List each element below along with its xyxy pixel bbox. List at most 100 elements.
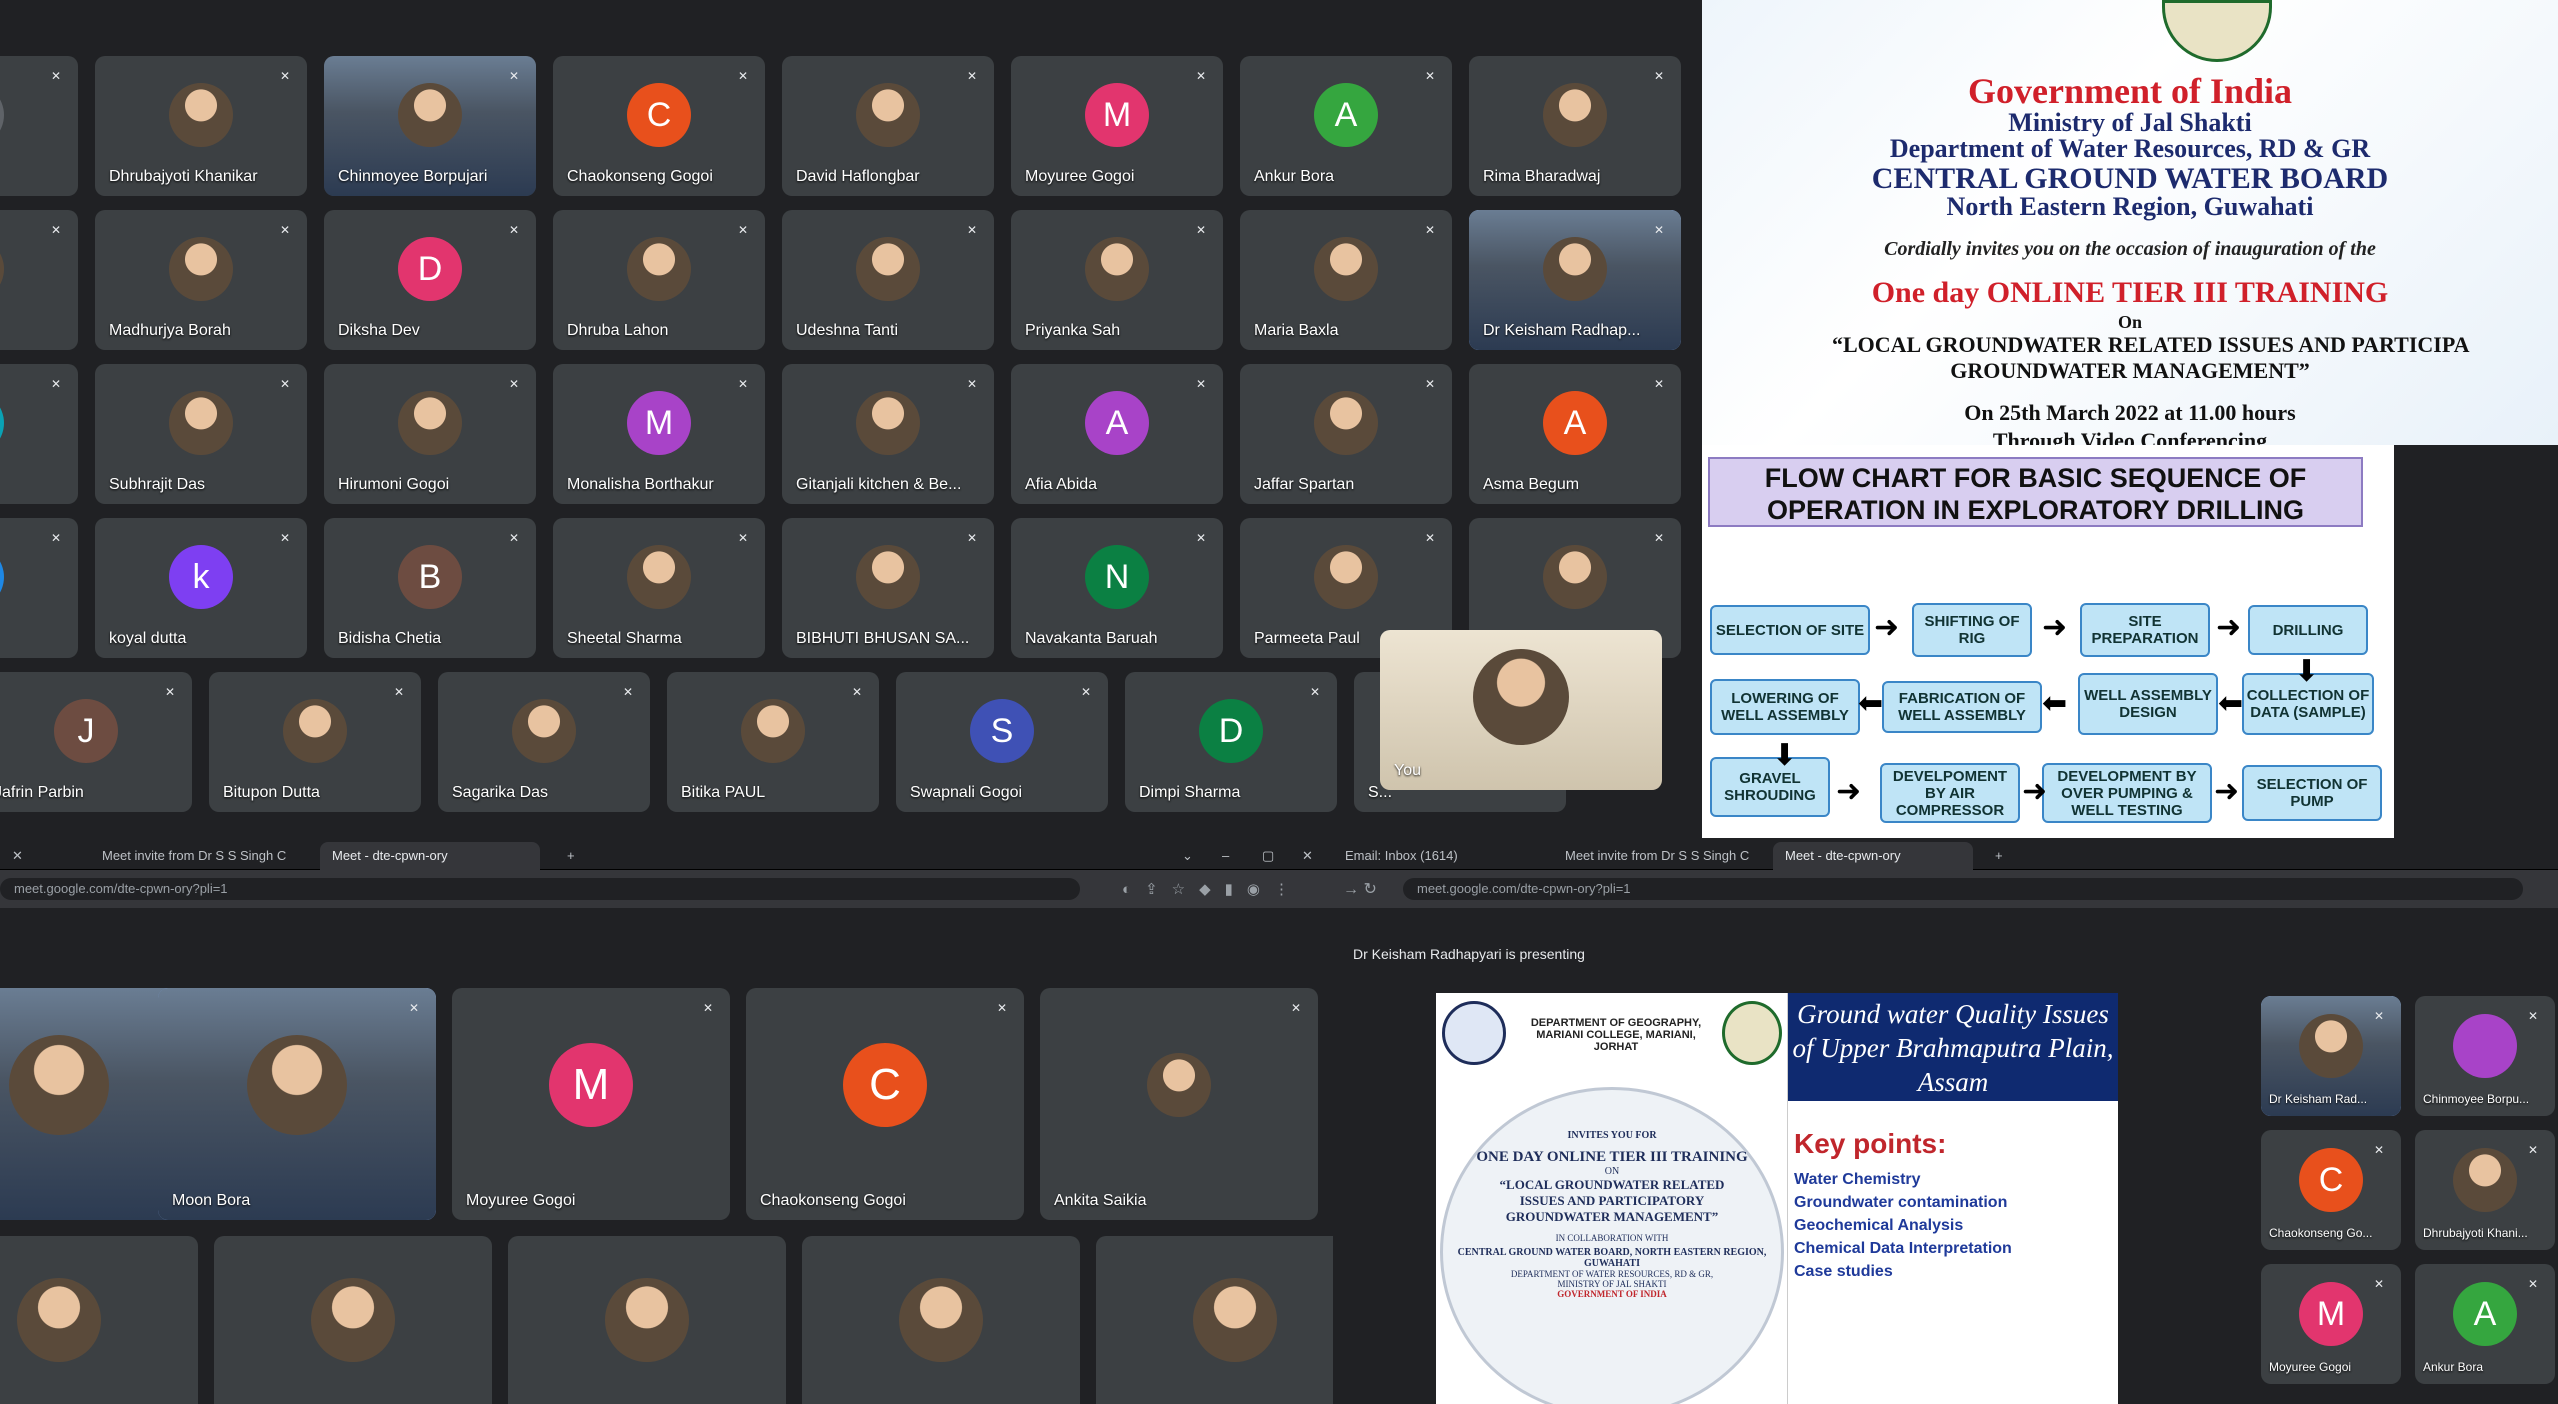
participant-tile[interactable]: M ✕ Moyuree Gogoi: [1011, 56, 1223, 196]
participant-tile[interactable]: ✕ Sagarika Das: [438, 672, 650, 812]
participant-tile[interactable]: ✕: [0, 210, 78, 350]
mic-muted-icon: ✕: [393, 685, 405, 699]
mic-muted-icon: ✕: [1653, 69, 1665, 83]
participant-tile[interactable]: M ✕ Monalisha Borthakur: [553, 364, 765, 504]
avatar: J: [54, 698, 118, 763]
participant-tile[interactable]: ✕ Dhruba Lahon: [553, 210, 765, 350]
participant-tile[interactable]: A ✕ Ankur Bora: [1240, 56, 1452, 196]
mic-muted-icon: ✕: [702, 1001, 714, 1015]
slide-collab: IN COLLABORATION WITH: [1555, 1233, 1669, 1243]
url-field-right[interactable]: meet.google.com/dte-cpwn-ory?pli=1: [1403, 878, 2523, 900]
participant-tile[interactable]: D ✕ Diksha Dev: [324, 210, 536, 350]
participant-tile[interactable]: ✕ Subhrajit Das: [95, 364, 307, 504]
mic-muted-icon: ✕: [851, 685, 863, 699]
slide-circle: INVITES YOU FOR ONE DAY ONLINE TIER III …: [1440, 1087, 1784, 1404]
slide-topic: “LOCAL GROUNDWATER RELATED ISSUES AND PA…: [1499, 1177, 1725, 1224]
participant-tile[interactable]: C ✕ Chaokonseng Gogoi: [746, 988, 1024, 1220]
mic-muted-icon: ✕: [50, 377, 62, 391]
flowchart-box: SHIFTING OF RIG: [1912, 603, 2032, 657]
participant-tile[interactable]: A ✕ Asma Begum: [1469, 364, 1681, 504]
self-view[interactable]: You: [1380, 630, 1662, 790]
participant-tile[interactable]: [508, 1236, 786, 1404]
participant-tile[interactable]: ✕ Moon Bora: [158, 988, 436, 1220]
participant-tile[interactable]: ✕ Madhurjya Borah: [95, 210, 307, 350]
tab-meet-right[interactable]: Meet - dte-cpwn-ory: [1773, 842, 1973, 870]
tab-meet-invite-right[interactable]: Meet invite from Dr S S Singh C: [1553, 842, 1761, 870]
mic-muted-icon: ✕: [1195, 531, 1207, 545]
tab-meet[interactable]: Meet - dte-cpwn-ory: [320, 842, 540, 870]
new-tab-button[interactable]: +: [555, 842, 587, 870]
participant-tile[interactable]: ✕ Dr Keisham Rad...: [2261, 996, 2401, 1116]
participant-tile[interactable]: k ✕ koyal dutta: [95, 518, 307, 658]
maximize-icon[interactable]: ▢: [1250, 842, 1286, 870]
participant-tile[interactable]: C ✕ Chaokonseng Go...: [2261, 1130, 2401, 1250]
tab-email[interactable]: Email: Inbox (1614): [1333, 842, 1470, 870]
participant-tile[interactable]: ✕ Jaffar Spartan: [1240, 364, 1452, 504]
participant-tile[interactable]: [1096, 1236, 1333, 1404]
invitation-line-7: One day ONLINE TIER III TRAINING: [1871, 276, 2389, 309]
key-point: Water Chemistry: [1794, 1171, 1921, 1188]
avatar: [0, 390, 4, 455]
toolbar-icons[interactable]: ◐⇪☆◆▮◉⋮: [1122, 880, 1303, 898]
tab-close-icon[interactable]: ✕: [0, 842, 24, 870]
new-tab-button-right[interactable]: +: [1983, 842, 2015, 870]
close-icon[interactable]: ✕: [1290, 842, 1325, 870]
participant-tile[interactable]: A ✕ Ankur Bora: [2415, 1264, 2555, 1384]
participant-tile[interactable]: [214, 1236, 492, 1404]
participant-tile[interactable]: C ✕ Chaokonseng Gogoi: [553, 56, 765, 196]
nav-icons[interactable]: → ↻: [1343, 879, 1377, 899]
chevron-down-icon[interactable]: ⌄: [1170, 842, 1205, 870]
avatar-photo: [741, 698, 805, 763]
participant-tile[interactable]: ✕ Dhrubajyoti Khani...: [2415, 1130, 2555, 1250]
avatar-photo: [1314, 544, 1378, 609]
participant-name: BIBHUTI BHUSAN SA...: [796, 630, 970, 647]
participant-tile[interactable]: ✕: [0, 364, 78, 504]
participant-tile[interactable]: [0, 1236, 198, 1404]
participant-name: Jaffar Spartan: [1254, 476, 1355, 493]
participant-tile[interactable]: ✕ Bitika PAUL: [667, 672, 879, 812]
self-label: You: [1394, 762, 1421, 779]
participant-tile[interactable]: S ✕ Swapnali Gogoi: [896, 672, 1108, 812]
participant-tile[interactable]: M ✕ Moyuree Gogoi: [452, 988, 730, 1220]
flowchart-box: FABRICATION OF WELL ASSEMBLY: [1882, 681, 2042, 733]
participant-tile[interactable]: ✕ Chinmoyee Borpu...: [2415, 996, 2555, 1116]
participant-tile[interactable]: ✕ Dr Keisham Radhap...: [1469, 210, 1681, 350]
participant-name: Swapnali Gogoi: [910, 784, 1023, 801]
mic-muted-icon: ✕: [1290, 1001, 1302, 1015]
participant-tile[interactable]: ✕ Ankita Saikia: [1040, 988, 1318, 1220]
participant-tile[interactable]: ✕rpujari: [0, 56, 78, 196]
participant-tile[interactable]: J ✕ Jafrin Parbin: [0, 672, 192, 812]
participant-tile[interactable]: ✕ Priyanka Sah: [1011, 210, 1223, 350]
participant-name: Dimpi Sharma: [1139, 784, 1241, 801]
participant-name: Bidisha Chetia: [338, 630, 442, 647]
minimize-icon[interactable]: –: [1210, 842, 1241, 870]
participant-tile[interactable]: ✕ Maria Baxla: [1240, 210, 1452, 350]
participant-tile[interactable]: N ✕ Navakanta Baruah: [1011, 518, 1223, 658]
participant-tile[interactable]: ✕ Rima Bharadwaj: [1469, 56, 1681, 196]
participant-tile[interactable]: ✕ Udeshna Tanti: [782, 210, 994, 350]
participant-tile[interactable]: ✕ David Haflongbar: [782, 56, 994, 196]
participant-tile[interactable]: M ✕ Moyuree Gogoi: [2261, 1264, 2401, 1384]
mic-muted-icon: ✕: [508, 69, 520, 83]
mic-muted-icon: ✕: [1424, 531, 1436, 545]
avatar-photo: [2453, 1148, 2517, 1213]
participant-tile[interactable]: ✕ Hirumoni Gogoi: [324, 364, 536, 504]
flowchart: FLOW CHART FOR BASIC SEQUENCE OF OPERATI…: [1702, 445, 2394, 838]
participant-tile[interactable]: ✕ Dhrubajyoti Khanikar: [95, 56, 307, 196]
participant-tile[interactable]: ✕ Chinmoyee Borpujari: [324, 56, 536, 196]
tab-meet-invite[interactable]: Meet invite from Dr S S Singh C: [90, 842, 298, 870]
participant-name: Chaokonseng Go...: [2269, 1226, 2373, 1240]
participant-tile[interactable]: [802, 1236, 1080, 1404]
participant-tile[interactable]: D ✕ Dimpi Sharma: [1125, 672, 1337, 812]
participant-tile[interactable]: ✕ Gitanjali kitchen & Be...: [782, 364, 994, 504]
url-field[interactable]: meet.google.com/dte-cpwn-ory?pli=1: [0, 878, 1080, 900]
participant-tile[interactable]: A ✕ Afia Abida: [1011, 364, 1223, 504]
participant-tile[interactable]: ✕: [0, 518, 78, 658]
avatar: C: [2299, 1148, 2363, 1213]
participant-tile[interactable]: ✕ Sheetal Sharma: [553, 518, 765, 658]
participant-tile[interactable]: ✕ Bitupon Dutta: [209, 672, 421, 812]
mic-muted-icon: ✕: [508, 223, 520, 237]
participant-tile[interactable]: B ✕ Bidisha Chetia: [324, 518, 536, 658]
participant-tile[interactable]: ✕ BIBHUTI BHUSAN SA...: [782, 518, 994, 658]
invitation-line-5: North Eastern Region, Guwahati: [1946, 192, 2314, 221]
